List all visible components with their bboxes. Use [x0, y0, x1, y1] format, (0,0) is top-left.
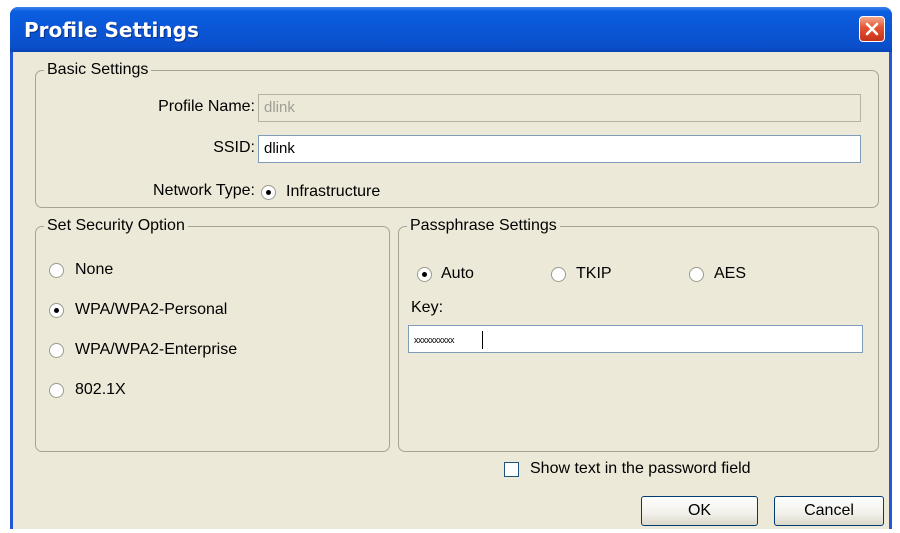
cipher-label-auto[interactable]: Auto — [441, 265, 474, 283]
key-value: xxxxxxxxxx — [414, 335, 455, 345]
security-radio-wpa-enterprise[interactable] — [49, 343, 64, 358]
infrastructure-label[interactable]: Infrastructure — [286, 183, 380, 201]
security-option-group: Set Security Option — [35, 217, 390, 452]
cipher-radio-auto[interactable] — [417, 267, 432, 282]
title-bar[interactable]: Profile Settings — [10, 7, 892, 52]
security-radio-wpa-personal[interactable] — [49, 303, 64, 318]
network-type-label: Network Type: — [153, 182, 255, 199]
show-text-label[interactable]: Show text in the password field — [530, 460, 751, 478]
window-title: Profile Settings — [24, 18, 199, 42]
profile-settings-window: Profile Settings Basic Settings Profile … — [10, 7, 892, 529]
text-caret — [482, 331, 483, 349]
profile-name-field: dlink — [258, 94, 861, 122]
ssid-label: SSID: — [213, 139, 255, 156]
ssid-field[interactable]: dlink — [258, 135, 861, 163]
security-radio-none[interactable] — [49, 263, 64, 278]
cipher-label-tkip[interactable]: TKIP — [576, 265, 612, 283]
profile-name-label: Profile Name: — [158, 98, 255, 115]
cancel-button[interactable]: Cancel — [774, 496, 884, 526]
cipher-label-aes[interactable]: AES — [714, 265, 746, 283]
close-icon — [865, 22, 879, 36]
ok-button[interactable]: OK — [641, 496, 758, 526]
show-text-checkbox[interactable] — [504, 462, 519, 477]
passphrase-settings-legend: Passphrase Settings — [410, 217, 557, 234]
security-label-wpa-enterprise[interactable]: WPA/WPA2-Enterprise — [75, 341, 237, 359]
infrastructure-radio[interactable] — [261, 185, 276, 200]
security-radio-8021x[interactable] — [49, 383, 64, 398]
cipher-radio-aes[interactable] — [689, 267, 704, 282]
security-label-8021x[interactable]: 802.1X — [75, 381, 126, 399]
security-label-none[interactable]: None — [75, 261, 113, 279]
security-option-legend: Set Security Option — [47, 217, 185, 234]
security-label-wpa-personal[interactable]: WPA/WPA2-Personal — [75, 301, 227, 319]
dialog-body: Basic Settings Profile Name: dlink SSID:… — [13, 52, 889, 529]
cipher-radio-tkip[interactable] — [551, 267, 566, 282]
key-field[interactable]: xxxxxxxxxx — [408, 325, 863, 353]
close-button[interactable] — [859, 16, 885, 42]
key-label: Key: — [411, 299, 444, 316]
basic-settings-legend: Basic Settings — [47, 61, 149, 78]
